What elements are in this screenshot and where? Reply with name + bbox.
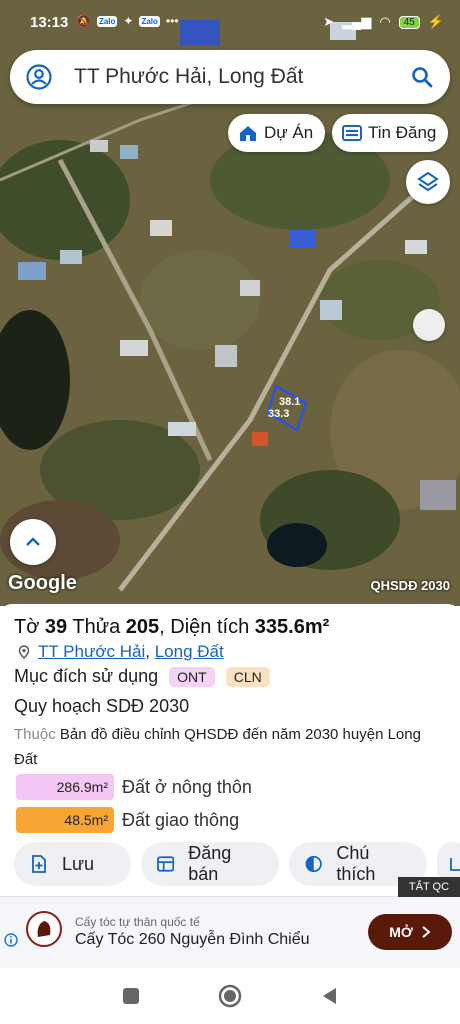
save-file-icon [32, 855, 46, 873]
account-icon[interactable] [26, 64, 52, 90]
to-label: Tờ [14, 616, 40, 638]
ad-subtitle: Cấy tóc tự thân quốc tế [75, 915, 200, 929]
plot-dimension-top: 38.1 [279, 396, 301, 408]
location-pin-icon [18, 645, 30, 659]
tin-dang-label: Tin Đăng [368, 123, 437, 142]
google-logo: Google [8, 572, 77, 594]
save-button[interactable]: Lưu [14, 842, 131, 886]
bell-off-icon: 🔕 [76, 14, 91, 28]
plan-description: Thuộc Bản đồ điều chỉnh QHSDĐ đến năm 20… [14, 722, 444, 772]
zalo-icon-2: Zalo [139, 15, 160, 27]
district-link[interactable]: Long Đất [155, 642, 224, 662]
listing-icon [157, 856, 175, 872]
share-icon [450, 858, 460, 871]
legend-icon [305, 855, 322, 873]
search-bar[interactable]: TT Phước Hải, Long Đất [10, 50, 450, 104]
purpose-row: Mục đích sử dụng ONT CLN [14, 666, 270, 687]
belongs-label: Thuộc [14, 726, 56, 743]
plot-dimension-side: 33.3 [268, 408, 290, 420]
area-label-road: Đất giao thông [122, 809, 240, 830]
home-button[interactable] [218, 984, 242, 1008]
ad-banner[interactable]: Cấy tóc tự thân quốc tế Cấy Tóc 260 Nguy… [0, 896, 460, 968]
ad-info-icon[interactable] [4, 933, 18, 947]
hide-ad-button[interactable]: TẮT QC [398, 877, 460, 897]
thua-value: 205 [125, 616, 160, 638]
purpose-label: Mục đích sử dụng [14, 666, 159, 686]
battery-icon: 45 [398, 15, 420, 29]
du-an-chip[interactable]: Dự Án [228, 114, 326, 152]
ad-open-label: MỞ [389, 924, 413, 940]
ward-link[interactable]: TT Phước Hải [38, 642, 145, 662]
save-label: Lưu [62, 853, 95, 874]
location-arrow-icon: ➤ [323, 14, 335, 29]
ad-logo [26, 911, 62, 947]
list-icon [342, 125, 362, 141]
parcel-info-panel: Tờ 39 Thửa 205, Diện tích 335.6m² TT Phư… [0, 604, 460, 894]
du-an-label: Dự Án [264, 123, 314, 142]
layers-icon [417, 171, 439, 192]
area-value-road: 48.5m² [16, 807, 114, 833]
parcel-title: Tờ 39 Thửa 205, Diện tích 335.6m² [14, 616, 330, 638]
map-view[interactable]: 38.1 33.3 TT Phước Hải, Long Đất Dự Án T… [0, 0, 460, 606]
status-time: 13:13 [30, 14, 69, 31]
status-bar: 13:13 🔕 Zalo ✦ Zalo ••• ➤ ▂▄▆ ◠ 45 ⚡ [0, 0, 460, 48]
search-query[interactable]: TT Phước Hải, Long Đất [74, 65, 410, 89]
area-label-ont: Đất ở nông thôn [122, 776, 252, 797]
plan-heading: Quy hoạch SDĐ 2030 [14, 696, 190, 716]
area-value-ont: 286.9m² [16, 774, 114, 800]
back-button[interactable] [320, 986, 338, 1006]
to-value: 39 [44, 616, 68, 638]
thua-label: Thửa [72, 616, 121, 638]
zalo-icon: Zalo [96, 15, 118, 27]
more-dots: ••• [165, 14, 179, 28]
ad-logo-icon [37, 921, 51, 937]
belongs-text: Bản đồ điều chỉnh QHSDĐ đến năm 2030 huy… [14, 726, 421, 768]
parcel-location: TT Phước Hải, Long Đất [18, 642, 224, 662]
wifi-icon: ◠ [379, 14, 391, 29]
home-icon [240, 126, 256, 141]
system-nav-bar [0, 968, 460, 1024]
tin-dang-chip[interactable]: Tin Đăng [332, 114, 449, 152]
area-value: 335.6m² [254, 616, 330, 638]
recents-button[interactable] [122, 987, 140, 1005]
map-layer-label: QHSDĐ 2030 [370, 578, 450, 593]
area-label: Diện tích [170, 616, 250, 638]
tag-ont: ONT [169, 667, 215, 687]
messenger-icon: ✦ [123, 14, 134, 28]
area-item-road: 48.5m² Đất giao thông [16, 807, 239, 833]
opacity-slider-handle[interactable] [413, 309, 445, 341]
expand-up-button[interactable] [10, 519, 56, 565]
charging-icon: ⚡ [427, 14, 444, 29]
chevron-up-icon [26, 537, 40, 546]
tag-cln: CLN [225, 667, 270, 687]
ad-open-button[interactable]: MỞ [368, 914, 452, 950]
post-for-sale-button[interactable]: Đăng bán [141, 842, 279, 886]
layers-button[interactable] [406, 160, 450, 204]
search-icon[interactable] [410, 65, 434, 89]
chevron-right-icon [422, 926, 431, 938]
area-item-ont: 286.9m² Đất ở nông thôn [16, 774, 252, 800]
signal-icon: ▂▄▆ [342, 14, 372, 29]
action-bar: Lưu Đăng bán Chú thích [14, 842, 460, 886]
ad-title: Cấy Tóc 260 Nguyễn Đình Chiểu [75, 931, 310, 948]
post-label: Đăng bán [188, 843, 232, 884]
